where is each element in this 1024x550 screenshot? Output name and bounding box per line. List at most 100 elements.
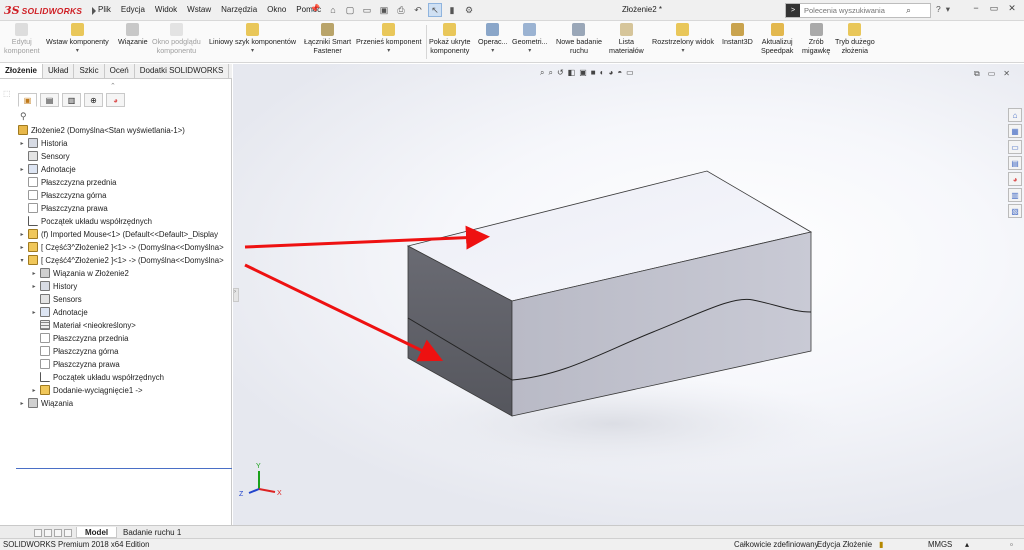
take-snapshot-button[interactable]: Zrób migawkę [802,23,830,55]
tree-item-boss-extrude[interactable]: ▸ Dodanie-wyciągnięcie1 -> [30,384,143,396]
home-icon[interactable]: ⌂ [326,3,340,17]
view-palette-icon[interactable]: ▤ [1008,156,1022,170]
undo-icon[interactable]: ↶ [411,3,425,17]
options-gear-icon[interactable]: ⚙ [462,3,476,17]
tree-item-mates-in-assembly[interactable]: ▸ Wiązania w Złożenie2 [30,267,129,279]
menu-widok[interactable]: Widok [150,4,182,16]
menu-narzedzia[interactable]: Narzędzia [216,4,262,16]
command-search-box[interactable]: > ⌕ [785,3,931,18]
new-motion-study-button[interactable]: Nowe badanie ruchu [556,23,602,55]
tree-item-part-origin[interactable]: Początek układu współrzędnych [30,371,164,383]
tree-item-top-plane[interactable]: Płaszczyzna górna [18,189,106,201]
bill-of-materials-button[interactable]: Lista materiałów [609,23,644,55]
appearances-icon[interactable]: ◕ [1008,172,1022,186]
expand-arrow-icon[interactable]: ▸ [30,270,38,277]
exploded-view-button[interactable]: Rozstrzelony widok ▾ [652,23,714,55]
expand-arrow-icon[interactable]: ▸ [18,400,26,407]
file-explorer-icon[interactable]: ▭ [1008,140,1022,154]
menu-edycja[interactable]: Edycja [116,4,150,16]
status-extra-icon[interactable]: ▫ [1010,539,1013,550]
configuration-manager-tab-icon[interactable]: ▥ [62,93,81,107]
assembly-features-button[interactable]: Operac... ▾ [478,23,508,55]
tree-item-part-top-plane[interactable]: Płaszczyzna górna [30,345,118,357]
menu-pomoc[interactable]: Pomoc [291,4,326,16]
linear-pattern-button[interactable]: Liniowy szyk komponentów ▾ [209,23,296,55]
save-icon[interactable]: ▣ [377,3,391,17]
tab-addins[interactable]: Dodatki SOLIDWORKS [135,64,230,78]
dropdown-arrow-icon[interactable]: ▾ [251,47,254,56]
menu-okno[interactable]: Okno [262,4,291,16]
help-icon[interactable]: ? [936,4,941,15]
graphics-area[interactable]: ⌕ ⌕ ↺ ◧ ▣ ■ ◐ ◕ ◓ ▭ ⧉ ▭ ✕ › Y X Z ⌂ ▦ ▭ … [233,64,1024,525]
tree-item-origin[interactable]: Początek układu współrzędnych [18,215,152,227]
dropdown-arrow-icon[interactable]: ▾ [387,47,390,56]
expand-arrow-icon[interactable]: ▸ [18,166,26,173]
tree-item-mates[interactable]: ▸ Wiązania [18,397,73,409]
first-tab-icon[interactable] [34,529,42,537]
tab-motion-study[interactable]: Badanie ruchu 1 [115,527,189,538]
units-dropdown-icon[interactable]: ▴ [965,539,969,550]
dropdown-arrow-icon[interactable]: ▾ [681,47,684,56]
select-icon[interactable]: ↖ [428,3,442,17]
update-speedpak-button[interactable]: Aktualizuj Speedpak [761,23,793,55]
display-manager-tab-icon[interactable]: ◕ [106,93,125,107]
large-assembly-mode-button[interactable]: Tryb dużego złożenia [835,23,875,55]
tree-item-front-plane[interactable]: Płaszczyzna przednia [18,176,116,188]
tab-assembly[interactable]: Złożenie [0,64,44,78]
restore-icon[interactable]: ▭ [988,3,1000,14]
tree-item-imported-mouse[interactable]: ▸ (f) Imported Mouse<1> (Default<<Defaul… [18,228,218,240]
expand-arrow-icon[interactable]: ▸ [30,387,38,394]
dimxpert-tab-icon[interactable]: ⊕ [84,93,103,107]
tree-item-assembly[interactable]: Złożenie2 (Domyślna<Stan wyświetlania-1>… [8,124,185,136]
expand-arrow-icon[interactable]: ▸ [18,231,26,238]
units-status[interactable]: MMGS [928,539,952,550]
open-icon[interactable]: ▭ [360,3,374,17]
tab-layout[interactable]: Układ [43,64,75,78]
tree-item-part3[interactable]: ▸ [ Część3^Złożenie2 ]<1> -> (Domyślna<<… [18,241,224,253]
tab-model[interactable]: Model [76,527,118,538]
tree-item-part-front-plane[interactable]: Płaszczyzna przednia [30,332,128,344]
search-input[interactable] [800,6,904,15]
new-document-icon[interactable]: ▢ [343,3,357,17]
minimize-icon[interactable]: − [970,3,982,14]
tab-evaluate[interactable]: Oceń [105,64,135,78]
tab-sketch[interactable]: Szkic [74,64,105,78]
tree-item-part4[interactable]: ▾ [ Część4^Złożenie2 ]<1> -> (Domyślna<<… [18,254,224,266]
filter-icon[interactable]: ⚲ [20,111,27,122]
tree-item-part-sensors[interactable]: Sensors [30,293,82,305]
panel-resize-handle[interactable]: ⌃ [110,82,116,90]
tree-item-history[interactable]: ▸ Historia [18,137,67,149]
user-icon[interactable]: ▾ [946,4,950,15]
move-component-button[interactable]: Przenieś komponent ▾ [356,23,422,55]
instant3d-button[interactable]: Instant3D [722,23,753,47]
menu-wstaw[interactable]: Wstaw [182,4,216,16]
dropdown-arrow-icon[interactable]: ▾ [491,47,494,56]
mate-button[interactable]: Wiązanie [118,23,148,47]
tree-item-right-plane[interactable]: Płaszczyzna prawa [18,202,108,214]
menu-plik[interactable]: Plik [93,4,116,16]
design-library-icon[interactable]: ▦ [1008,124,1022,138]
rollback-bar[interactable] [16,468,232,469]
custom-properties-icon[interactable]: ▥ [1008,188,1022,202]
search-icon[interactable]: ⌕ [906,5,911,16]
property-manager-tab-icon[interactable]: ▤ [40,93,59,107]
expand-arrow-icon[interactable]: ▸ [18,244,26,251]
tree-item-sensors[interactable]: Sensory [18,150,70,162]
insert-components-button[interactable]: Wstaw komponenty ▾ [46,23,109,55]
dropdown-arrow-icon[interactable]: ▾ [528,47,531,56]
expand-arrow-icon[interactable]: ▸ [18,140,26,147]
traffic-light-icon[interactable]: ▮ [445,3,459,17]
component-preview-button[interactable]: Okno podglądu komponentu [152,23,201,55]
next-tab-icon[interactable] [54,529,62,537]
tree-item-annotations[interactable]: ▸ Adnotacje [18,163,76,175]
previous-tab-icon[interactable] [44,529,52,537]
pin-menu-icon[interactable]: 📌 [310,4,320,13]
solidworks-logo[interactable]: 3S SOLIDWORKS [4,3,97,18]
tree-item-part-right-plane[interactable]: Płaszczyzna prawa [30,358,120,370]
print-icon[interactable]: ⎙ [394,3,408,17]
reference-geometry-button[interactable]: Geometri... ▾ [512,23,548,55]
tree-item-part-annotations[interactable]: ▸ Adnotacje [30,306,88,318]
edit-component-button[interactable]: Edytuj komponent [4,23,40,55]
close-icon[interactable]: ✕ [1006,3,1018,14]
dropdown-arrow-icon[interactable]: ▾ [76,47,79,56]
